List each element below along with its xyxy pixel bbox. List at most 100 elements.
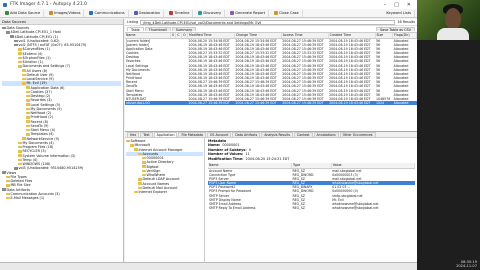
folder-icon [138,178,142,181]
content-tab[interactable]: Annotations [313,132,339,137]
tree-node[interactable]: E-Mail Messages (1) [2,196,121,200]
folder-icon [26,133,30,136]
folder-icon [18,65,22,68]
folder-icon [18,150,22,153]
folder-icon [6,196,10,200]
toolbar-button-7[interactable]: Close Case [271,9,303,17]
toolbar-icon [230,11,235,15]
table-cell: 2004-08-27 15:46:39 EDT [282,84,324,89]
table-cell: 2004-08-27 15:46:39 EDT [282,38,324,43]
table-cell: 2004-08-27 15:46:39 EDT [187,101,235,106]
toolbar-button-label: Close Case [279,11,299,15]
toolbar-icon [198,11,203,15]
folder-icon [6,184,10,187]
tab-summary[interactable]: Summary [171,27,197,32]
folder-icon [126,139,130,143]
content-tab[interactable]: Analysis Results [261,132,293,137]
toolbar-button-label: Timeline [174,11,190,15]
toolbar-button-0[interactable]: Add Data Source [2,9,45,17]
drive-icon [2,188,6,191]
table-cell: ntuser.dat.LOG [125,101,171,106]
toolbar-button-6[interactable]: Generate Report [227,9,270,17]
metadata-key: Number of Values: [208,152,244,157]
close-button[interactable]: ✕ [407,2,411,8]
metadata-value: 0 [248,147,251,152]
folder-icon [134,190,138,194]
folder-icon [18,48,22,51]
toolbar-button-1[interactable]: Images/Videos [46,9,85,17]
table-cell: 2004-08-19 18:43:46 EDT [329,84,371,89]
title-bar: FTK Imager 4.7.1 - Autopsy 4.21.0 – □ ✕ [0,0,417,9]
metadata-value: 00000001 [222,143,240,148]
folder-icon [26,90,30,94]
registry-key-label: Internet Explorer [138,190,168,194]
tree-panel: Data Sources Data Sources 4Dell.Latitude.… [0,19,124,262]
folder-icon [142,161,146,164]
content-tab[interactable]: Application [153,132,178,137]
folder-icon [18,158,22,162]
folder-icon [26,86,30,89]
toolbar-icon [89,11,94,15]
toolbar-button-label: Geolocation [138,11,161,15]
results-count: 16 Results [397,20,415,24]
content-tab[interactable]: Other Occurrences [339,132,376,137]
maximize-button[interactable]: □ [394,2,399,8]
folder-icon [22,82,26,85]
keyword-lists-button[interactable]: Keyword Lists [383,9,415,17]
folder-icon [18,162,22,166]
tree-node-label: vol3 (Unallocated: 9510480-9514259) [18,166,84,171]
folder-icon [26,124,30,128]
folder-icon [22,73,26,77]
folder-icon [18,145,22,149]
drive-icon [10,35,14,38]
toolbar-icon [5,11,9,15]
table-cell: 2004-08-19 18:43:46 EDT [235,84,277,89]
metadata-row: Modification Time: 2004-08-20 15:24:21 ED… [208,157,415,161]
save-table-button[interactable]: Save Table as CSV [375,27,415,32]
toolbar-icon [133,11,138,15]
drive-icon [6,31,10,34]
toolbar-button-2[interactable]: Communications [86,9,129,17]
toolbar-button-3[interactable]: Geolocation [131,9,165,17]
toolbar-icon [274,11,279,15]
registry-details: Metadata Name: 00000001 Number of Subkeys: 0… [206,138,417,263]
content-tab[interactable]: OS Account [206,132,232,137]
table-cell: 2004-08-19 18:43:46 EDT [328,101,376,106]
minimize-button[interactable]: – [384,2,387,8]
folder-icon [26,107,30,111]
metadata-key: Name: [208,143,221,148]
clock-date: 2024-11-07 [456,264,477,268]
tab-thumbnail[interactable]: Thumbnail [144,27,171,32]
registry-tree[interactable]: Software Microsoft Internet Account Manage… [125,138,205,263]
values-row[interactable]: SMTP Reply To Email Address REG_SZ whoknow… [208,206,415,210]
folder-icon [18,56,22,60]
toolbar-button-label: Communications [94,11,125,15]
table-cell: 1024 [375,101,393,106]
toolbar-icon [49,11,54,15]
app-window: FTK Imager 4.7.1 - Autopsy 4.21.0 – □ ✕ … [0,0,417,270]
table-cell: Allocated [392,101,417,106]
content-tab[interactable]: Text [140,132,153,137]
folder-icon [26,103,30,106]
folder-icon [138,152,142,156]
table-cell: 2004-08-27 15:46:39 EDT [282,63,324,68]
main-toolbar: Add Data Source Images/Videos Communicatio… [0,9,417,18]
toolbar-button-5[interactable]: Discovery [195,9,226,17]
values-cell: whoknowsme@sbcglobal.net [332,206,379,211]
content-tab[interactable]: File Metadata [178,132,206,137]
drive-icon [14,39,18,43]
table-cell: 2004-08-20 15:34:58 EDT [188,38,230,43]
toolbar-button-4[interactable]: Timeline [166,9,194,17]
metadata-value: 11 [245,152,250,157]
content-tab[interactable]: Data Artifacts [232,132,261,137]
table-row[interactable]: ntuser.dat.LOG 2004-08-27 15:46:39 EDT 200… [125,101,417,106]
table-cell: 2004-08-27 15:46:39 EDT [234,101,282,106]
table-cell: 2004-08-19 18:43:46 EDT [235,59,277,64]
registry-key-node[interactable]: Internet Explorer [126,190,203,194]
folder-icon [6,175,10,179]
tab-table[interactable]: Table [127,27,144,32]
content-tab[interactable]: Context [294,132,313,137]
data-source-tree[interactable]: Data Sources 4Dell.Latitude.CPi.E01_1 Hos… [0,25,123,201]
content-tab[interactable]: Hex [127,132,140,137]
table-cell: 2004-08-19 18:43:46 EDT [329,59,371,64]
